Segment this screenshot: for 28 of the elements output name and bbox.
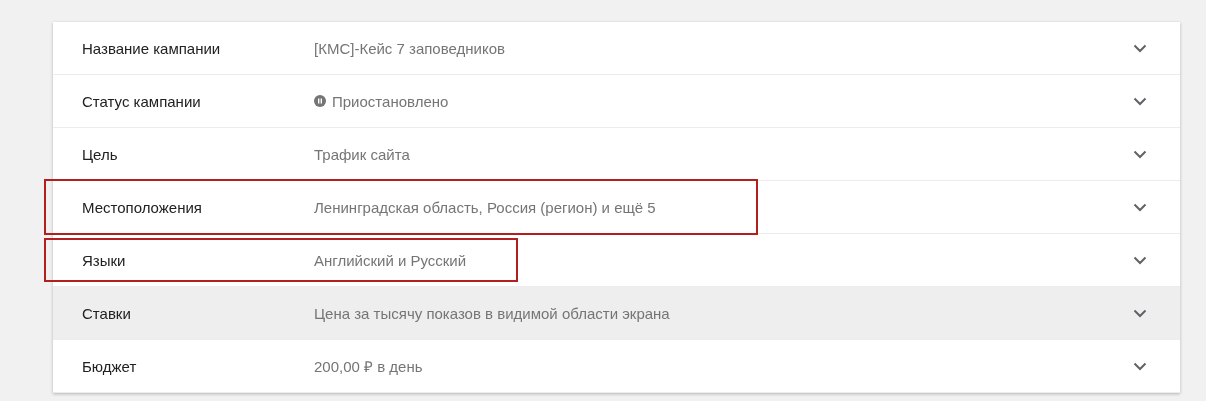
chevron-down-icon[interactable] — [1133, 96, 1147, 106]
settings-row[interactable]: Название кампании [КМС]-Кейс 7 заповедников — [53, 22, 1180, 75]
setting-label: Название кампании — [82, 39, 222, 57]
settings-row[interactable]: Статус кампании Приостановлено — [53, 75, 1180, 128]
settings-row[interactable]: Бюджет 200,00 ₽ в день — [53, 340, 1180, 393]
setting-value: Трафик сайта — [314, 145, 410, 163]
setting-label: Языки — [82, 251, 127, 269]
chevron-down-icon[interactable] — [1133, 255, 1147, 265]
chevron-down-icon[interactable] — [1133, 149, 1147, 159]
chevron-down-icon[interactable] — [1133, 43, 1147, 53]
pause-icon — [314, 95, 326, 107]
setting-value: [КМС]-Кейс 7 заповедников — [314, 39, 505, 57]
setting-label: Бюджет — [82, 357, 138, 375]
chevron-down-icon[interactable] — [1133, 202, 1147, 212]
setting-value: Ленинградская область, Россия (регион) и ещё 5 — [314, 198, 656, 216]
settings-row[interactable]: Ставки Цена за тысячу показов в видимой области экрана — [53, 287, 1180, 340]
settings-row[interactable]: Цель Трафик сайта — [53, 128, 1180, 181]
setting-value: Английский и Русский — [314, 251, 467, 269]
chevron-down-icon[interactable] — [1133, 308, 1147, 318]
setting-label: Местоположения — [82, 198, 203, 216]
setting-label: Цель — [82, 145, 119, 163]
setting-value: Приостановлено — [332, 92, 449, 110]
setting-label: Ставки — [82, 304, 132, 322]
settings-row[interactable]: Местоположения Ленинградская область, Россия (регион) и ещё 5 — [53, 181, 1180, 234]
chevron-down-icon[interactable] — [1133, 361, 1147, 371]
setting-value: Цена за тысячу показов в видимой области экрана — [314, 304, 670, 322]
setting-value: 200,00 ₽ в день — [314, 357, 423, 376]
setting-label: Статус кампании — [82, 92, 202, 110]
